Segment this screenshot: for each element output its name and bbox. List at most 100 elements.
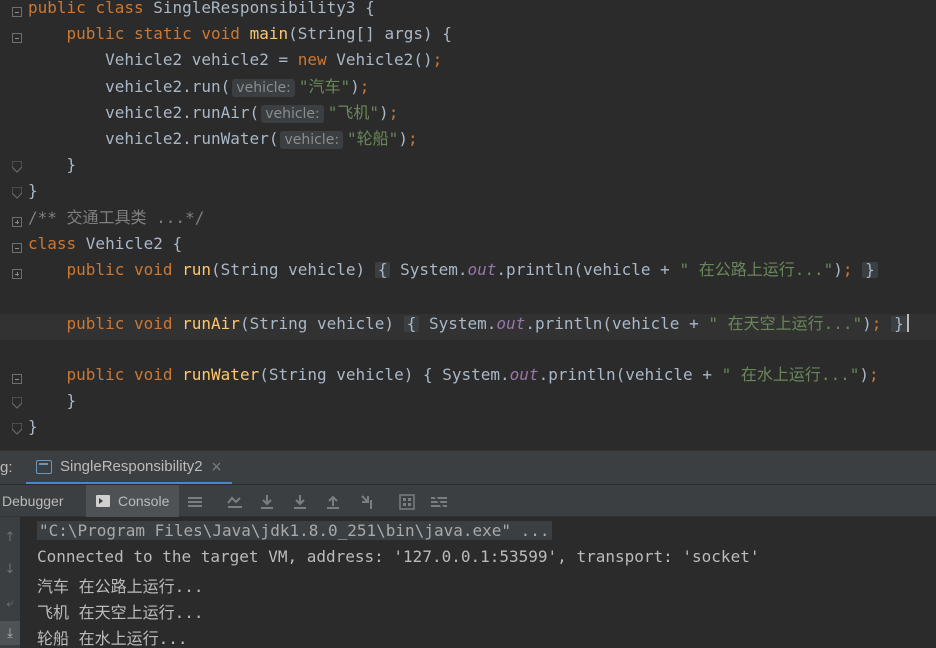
code-token: vehicle2.run( — [28, 76, 231, 96]
code-line[interactable]: } — [28, 157, 77, 183]
code-line[interactable]: vehicle2.runWater(vehicle: "轮船"); — [28, 131, 418, 157]
step-over-icon[interactable] — [256, 491, 278, 513]
code-line[interactable]: public static void main(String[] args) { — [28, 26, 452, 52]
code-token: " 在天空上运行..." — [708, 314, 863, 334]
code-token: ; — [359, 76, 370, 96]
code-line[interactable]: /** 交通工具类 ...*/ — [28, 209, 204, 236]
code-line[interactable]: } — [28, 183, 38, 209]
code-token: class — [28, 233, 86, 253]
fold-icon[interactable] — [0, 367, 26, 393]
parameter-hint: vehicle: — [232, 78, 295, 97]
gutter-cell — [0, 341, 26, 367]
step-out-icon[interactable] — [322, 491, 344, 513]
code-token: } — [28, 391, 77, 410]
code-token: Vehicle2 { — [85, 233, 183, 253]
code-line[interactable]: } — [28, 419, 38, 445]
show-execution-point-icon[interactable] — [224, 491, 246, 513]
code-token: (String[] args) { — [288, 24, 452, 44]
code-token: run — [182, 260, 212, 279]
code-line[interactable]: public class SingleResponsibility3 { — [28, 0, 375, 26]
console-output[interactable]: "C:\Program Files\Java\jdk1.8.0_251\bin\… — [20, 517, 936, 648]
console-line: 汽车 在公路上运行... — [37, 577, 204, 596]
debug-tool-window-header: g: SingleResponsibility2 × — [0, 450, 936, 485]
debug-toolbar: Debugger Console — [0, 484, 936, 517]
code-token: ) — [350, 76, 360, 96]
code-token: System. — [390, 260, 468, 279]
up-arrow-icon[interactable]: ↑ — [0, 525, 20, 549]
run-configuration-tab[interactable]: SingleResponsibility2 × — [26, 451, 233, 485]
menu-icon[interactable] — [184, 491, 206, 513]
code-token: ) — [859, 364, 870, 384]
code-token: ; — [871, 314, 892, 334]
trace-icon[interactable] — [428, 491, 450, 513]
code-token: } — [28, 181, 38, 201]
code-token: "飞机" — [327, 102, 380, 122]
step-into-icon[interactable] — [289, 491, 311, 513]
fold-icon[interactable] — [0, 26, 26, 52]
code-token: ) — [379, 102, 389, 122]
code-token: vehicle2.runWater( — [28, 129, 279, 148]
fold-icon[interactable] — [0, 210, 26, 236]
fold-end-icon — [0, 157, 26, 183]
code-line[interactable]: vehicle2.runAir(vehicle: "飞机"); — [28, 102, 398, 131]
close-icon[interactable]: × — [211, 459, 223, 475]
gutter-cell — [0, 131, 26, 157]
code-editor[interactable]: public class SingleResponsibility3 { pub… — [0, 0, 936, 450]
code-token: vehicle2.runAir( — [28, 102, 260, 122]
run-tab-label: SingleResponsibility2 — [60, 458, 203, 475]
code-line[interactable]: } — [28, 391, 77, 419]
run-config-icon — [36, 459, 52, 474]
code-token: (String vehicle) — [239, 314, 404, 334]
fold-icon[interactable] — [0, 262, 26, 288]
code-line[interactable]: Vehicle2 vehicle2 = new Vehicle2(); — [28, 52, 442, 78]
code-token: .println(vehicle + — [525, 314, 709, 334]
code-token: .println(vehicle + — [496, 260, 680, 279]
run-to-cursor-icon[interactable] — [356, 491, 378, 513]
tab-debugger[interactable]: Debugger — [2, 485, 64, 517]
code-line[interactable]: class Vehicle2 { — [28, 233, 183, 262]
folded-brace: } — [862, 262, 878, 278]
tab-console[interactable]: Console — [86, 485, 180, 517]
tab-debugger-label: Debugger — [2, 493, 64, 509]
code-token: Vehicle2 vehicle2 = — [28, 50, 298, 70]
folded-brace: { — [374, 262, 391, 278]
code-token: (String vehicle) — [211, 260, 375, 279]
fold-end-icon — [0, 419, 26, 445]
code-line[interactable]: vehicle2.run(vehicle: "汽车"); — [28, 76, 370, 105]
code-token: new — [297, 50, 337, 70]
code-token: ; — [407, 129, 418, 148]
code-token: Vehicle2() — [336, 50, 433, 70]
soft-wrap-icon[interactable]: ⤶ — [0, 591, 20, 615]
code-token: } — [28, 417, 38, 437]
console-line: 飞机 在天空上运行... — [37, 603, 204, 622]
code-token: SingleResponsibility3 { — [153, 0, 375, 17]
editor-gutter — [0, 0, 26, 450]
gutter-cell — [0, 288, 26, 314]
folded-brace: } — [891, 316, 907, 333]
code-token: " 在公路上运行..." — [679, 260, 834, 279]
console-line: 轮船 在水上运行... — [37, 629, 188, 648]
code-line[interactable]: public void runWater(String vehicle) { S… — [28, 364, 879, 393]
code-token: ) — [862, 314, 872, 334]
code-token: public — [66, 314, 134, 334]
code-token: public — [66, 24, 134, 44]
code-line[interactable]: public void runAir(String vehicle) { Sys… — [0, 314, 936, 341]
fold-icon[interactable] — [0, 236, 26, 262]
code-token: ; — [432, 50, 443, 70]
code-token: (String vehicle) { System. — [259, 364, 510, 384]
code-token: "汽车" — [298, 76, 351, 96]
down-arrow-icon[interactable]: ↓ — [0, 557, 20, 581]
code-token: public — [66, 364, 134, 384]
code-token: runWater — [182, 364, 260, 384]
code-token: class — [95, 0, 154, 17]
fold-icon[interactable] — [0, 0, 26, 26]
code-token: " 在水上运行..." — [721, 364, 860, 384]
text-caret — [906, 314, 909, 333]
code-line[interactable]: public void run(String vehicle) { System… — [28, 262, 878, 288]
scroll-to-end-icon[interactable]: ⤓ — [0, 621, 20, 645]
evaluate-expression-icon[interactable] — [396, 491, 418, 513]
code-token: ; — [842, 260, 863, 279]
